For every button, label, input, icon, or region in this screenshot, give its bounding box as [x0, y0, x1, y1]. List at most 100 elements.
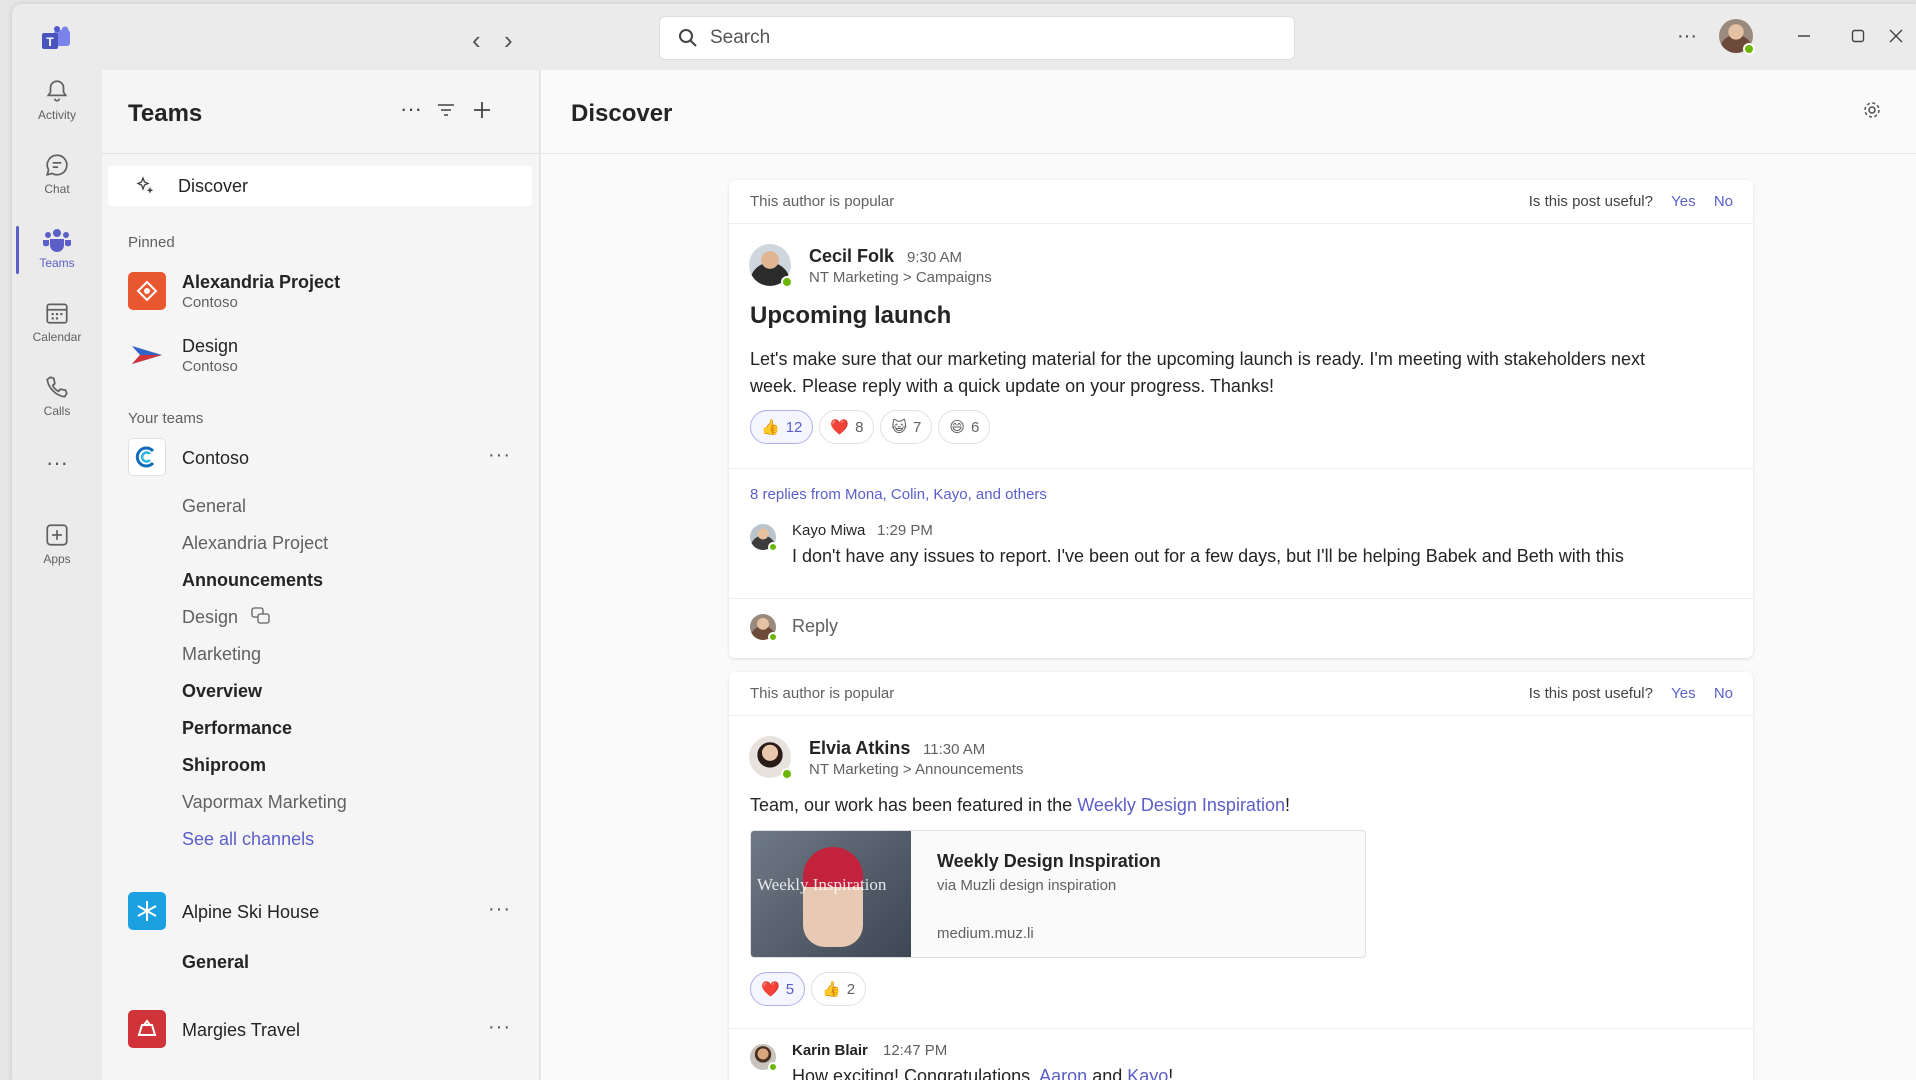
weekly-design-inspiration-link[interactable]: Weekly Design Inspiration	[1077, 795, 1285, 815]
reaction-like[interactable]: 👍 2	[811, 972, 867, 1006]
post-body-text: !	[1284, 795, 1290, 815]
replies-summary-link[interactable]: 8 replies from Mona, Colin, Kayo, and ot…	[750, 486, 1047, 503]
heart-icon: ❤️	[830, 419, 850, 436]
forward-arrow-icon[interactable]: ›	[504, 27, 513, 53]
thumbs-up-icon: 👍	[761, 419, 780, 436]
svg-text:T: T	[46, 35, 54, 49]
shared-channel-icon	[251, 607, 270, 624]
rail-activity[interactable]: Activity	[12, 70, 102, 136]
useful-no-link[interactable]: No	[1714, 193, 1733, 210]
useful-no-link[interactable]: No	[1714, 685, 1733, 702]
team-name: Contoso	[182, 448, 250, 468]
teams-header: Teams ···	[102, 70, 539, 154]
author-avatar[interactable]	[749, 736, 793, 780]
rail-more[interactable]: ···	[12, 442, 102, 508]
filter-icon[interactable]	[436, 100, 456, 126]
useful-question: Is this post useful?	[1528, 685, 1653, 702]
team-more-icon[interactable]: ···	[488, 444, 511, 467]
team-name: Margies Travel	[182, 1020, 301, 1040]
post-breadcrumb[interactable]: NT Marketing > Announcements	[809, 761, 1023, 778]
channel-alexandria-project[interactable]: Alexandria Project	[182, 533, 328, 554]
author-avatar[interactable]	[749, 244, 793, 288]
thumbnail-text: Weekly Inspiration	[757, 875, 887, 894]
reply-author-avatar[interactable]	[750, 524, 778, 552]
team-name: Alpine Ski House	[182, 902, 320, 922]
rail-chat[interactable]: Chat	[12, 144, 102, 210]
reaction-cat[interactable]: 😺 7	[880, 410, 933, 444]
see-all-channels-link[interactable]: See all channels	[182, 829, 314, 850]
channel-marketing[interactable]: Marketing	[182, 644, 261, 665]
post-author[interactable]: Elvia Atkins	[809, 738, 910, 759]
page-title: Discover	[571, 100, 673, 127]
team-alpine-ski-house[interactable]: Alpine Ski House ···	[102, 888, 539, 936]
pinned-team-alexandria[interactable]: Alexandria Project Contoso	[102, 270, 539, 330]
link-preview-source: via Muzli design inspiration	[937, 877, 1117, 894]
search-icon	[679, 29, 697, 47]
rail-apps[interactable]: Apps	[12, 514, 102, 580]
more-options-icon[interactable]: ···	[1672, 18, 1702, 54]
channel-vapormax-marketing[interactable]: Vapormax Marketing	[182, 792, 347, 813]
team-more-icon[interactable]: ···	[488, 898, 511, 921]
post-time: 9:30 AM	[907, 249, 963, 266]
chat-icon	[46, 154, 68, 176]
post-body: Let's make sure that our marketing mater…	[750, 346, 1730, 400]
channel-general[interactable]: General	[182, 496, 246, 517]
your-teams-label: Your teams	[128, 410, 204, 427]
channel-overview[interactable]: Overview	[182, 681, 262, 702]
reaction-like[interactable]: 👍 12	[750, 410, 814, 444]
profile-avatar[interactable]	[1718, 18, 1755, 55]
pinned-team-design[interactable]: Design Contoso	[102, 334, 539, 394]
reaction-count: 2	[846, 980, 856, 998]
post-breadcrumb[interactable]: NT Marketing > Campaigns	[809, 269, 992, 286]
channel-general[interactable]: General	[182, 952, 249, 973]
link-preview-card[interactable]: Weekly Inspiration Weekly Design Inspira…	[750, 830, 1366, 958]
search-input[interactable]	[710, 27, 1270, 49]
rail-calls[interactable]: Calls	[12, 366, 102, 432]
reply-author[interactable]: Karin Blair	[792, 1042, 868, 1059]
search-box[interactable]	[659, 16, 1295, 60]
minimize-button[interactable]	[1784, 18, 1824, 54]
mention-kayo[interactable]: Kayo	[1127, 1066, 1168, 1080]
reactions-bar: ❤️ 5 👍 2	[750, 972, 867, 1006]
post-time: 11:30 AM	[923, 741, 986, 758]
reply-author[interactable]: Kayo Miwa	[792, 522, 865, 539]
reaction-count: 7	[913, 418, 922, 436]
presence-available-icon	[1743, 43, 1755, 55]
useful-question: Is this post useful?	[1528, 193, 1653, 210]
thumbs-up-icon: 👍	[822, 981, 841, 998]
post-body: Team, our work has been featured in the …	[750, 792, 1730, 819]
team-org: Contoso	[182, 358, 238, 375]
channel-announcements[interactable]: Announcements	[182, 570, 323, 591]
team-name: Alexandria Project	[182, 272, 341, 292]
team-margies-travel[interactable]: Margies Travel ···	[102, 1006, 539, 1054]
gear-icon[interactable]	[1862, 100, 1882, 126]
team-more-icon[interactable]: ···	[488, 1016, 511, 1039]
discover-nav-item[interactable]: Discover	[108, 166, 532, 206]
popular-label: This author is popular	[750, 685, 895, 702]
teams-more-icon[interactable]: ···	[400, 96, 422, 122]
channel-performance[interactable]: Performance	[182, 718, 292, 739]
back-arrow-icon[interactable]: ‹	[472, 27, 481, 53]
post-title: Upcoming launch	[750, 302, 952, 329]
rail-teams[interactable]: Teams	[12, 218, 102, 284]
post-author[interactable]: Cecil Folk	[809, 246, 894, 267]
rail-calendar[interactable]: Calendar	[12, 292, 102, 358]
reaction-heart[interactable]: ❤️ 5	[750, 972, 806, 1006]
channel-design[interactable]: Design	[182, 607, 271, 628]
channel-shiproom[interactable]: Shiproom	[182, 755, 266, 776]
reply-author-avatar[interactable]	[750, 1044, 778, 1072]
useful-prompt: Is this post useful? Yes No	[1529, 193, 1733, 210]
channel-design-label: Design	[182, 607, 239, 627]
team-name: Design	[182, 336, 239, 356]
mention-aaron[interactable]: Aaron	[1039, 1066, 1087, 1080]
useful-yes-link[interactable]: Yes	[1671, 685, 1695, 702]
useful-yes-link[interactable]: Yes	[1671, 193, 1695, 210]
app-rail: Activity Chat Teams Calendar Calls ··· A…	[12, 70, 102, 1080]
close-button[interactable]	[1876, 18, 1916, 54]
reaction-heart[interactable]: ❤️ 8	[819, 410, 875, 444]
team-contoso[interactable]: Contoso ···	[102, 434, 539, 482]
reaction-laugh[interactable]: 😄 6	[938, 410, 991, 444]
reply-button[interactable]: Reply	[792, 616, 838, 637]
add-icon[interactable]	[472, 100, 492, 126]
maximize-button[interactable]	[1838, 18, 1878, 54]
